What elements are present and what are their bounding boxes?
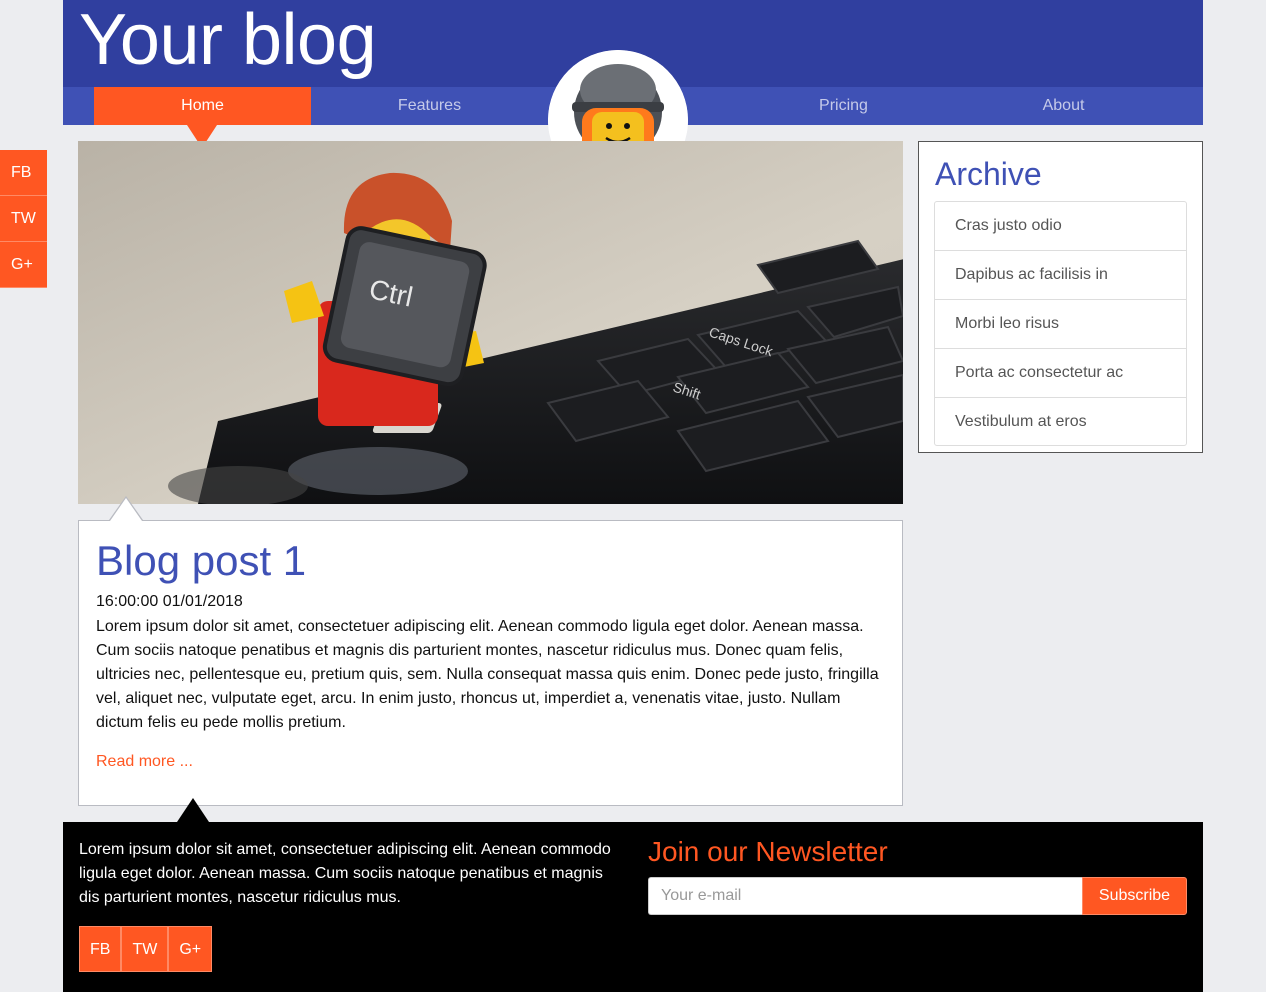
archive-item[interactable]: Dapibus ac facilisis in [935,251,1186,300]
footer-notch [177,798,209,822]
newsletter-title: Join our Newsletter [648,836,888,867]
nav-item-about[interactable]: About [955,87,1172,125]
post-title[interactable]: Blog post 1 [96,537,306,585]
hero-image: Shift Caps Lock Ctrl [78,141,903,504]
post-notch-fill [110,498,142,521]
newsletter-email-input[interactable] [648,877,1082,915]
archive-item[interactable]: Morbi leo risus [935,300,1186,349]
post-date: 16:00:00 01/01/2018 [96,593,243,610]
archive-list: Cras justo odio Dapibus ac facilisis in … [934,201,1187,446]
side-share-googleplus[interactable]: G+ [0,242,47,288]
archive-panel: Archive Cras justo odio Dapibus ac facil… [918,141,1203,453]
newsletter-form: Subscribe [648,877,1187,915]
blog-post-card: Blog post 1 16:00:00 01/01/2018 Lorem ip… [78,496,903,806]
nav-item-pricing[interactable]: Pricing [735,87,952,125]
site-footer: Lorem ipsum dolor sit amet, consectetuer… [63,798,1203,992]
archive-item[interactable]: Vestibulum at eros [935,398,1186,445]
archive-item[interactable]: Cras justo odio [935,202,1186,251]
side-share-twitter[interactable]: TW [0,196,47,242]
footer-share-facebook[interactable]: FB [79,926,122,972]
footer-share-group: FB TW G+ [79,926,213,972]
read-more-link[interactable]: Read more ... [96,753,193,771]
footer-share-googleplus[interactable]: G+ [168,926,213,972]
nav-item-features[interactable]: Features [321,87,538,125]
side-share-facebook[interactable]: FB [0,150,47,196]
lego-keyboard-image: Shift Caps Lock Ctrl [78,141,903,504]
site-title: Your blog [79,0,377,80]
post-body: Lorem ipsum dolor sit amet, consectetuer… [96,618,879,731]
side-share-bar: FB TW G+ [0,150,47,288]
archive-item[interactable]: Porta ac consectetur ac [935,349,1186,398]
footer-share-twitter[interactable]: TW [121,926,169,972]
archive-title: Archive [935,156,1042,192]
subscribe-button[interactable]: Subscribe [1082,877,1187,915]
footer-text: Lorem ipsum dolor sit amet, consectetuer… [79,841,611,906]
nav-item-home[interactable]: Home [94,87,311,125]
